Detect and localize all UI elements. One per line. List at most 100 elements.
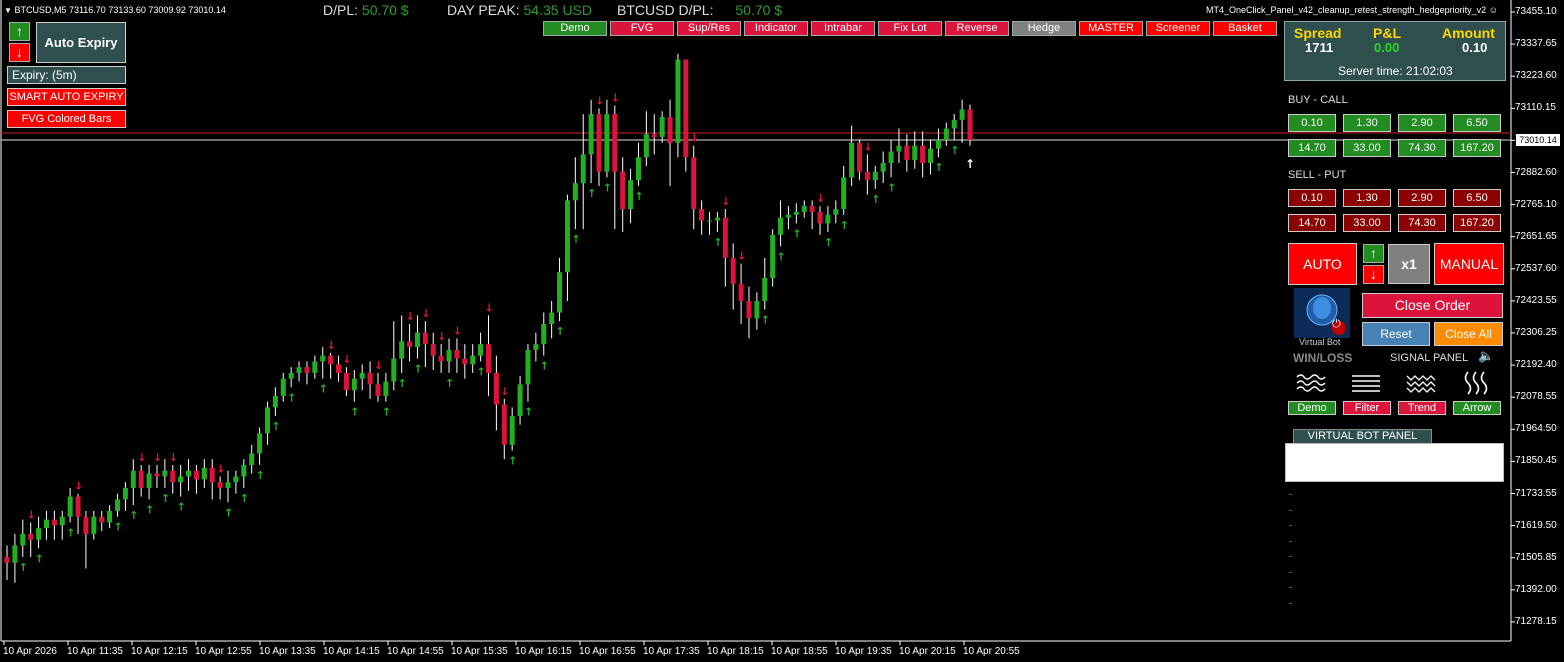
buy-signal-arrow: ↑ bbox=[887, 181, 896, 194]
filter-toggle-filter[interactable]: Filter bbox=[1343, 401, 1391, 415]
candle-body bbox=[880, 162, 886, 172]
toolbar-button-intrabar[interactable]: Intrabar bbox=[811, 21, 875, 36]
candle-body bbox=[778, 217, 784, 235]
toolbar-button-basket[interactable]: Basket bbox=[1213, 21, 1277, 36]
multiplier-down-button[interactable]: ↓ bbox=[1363, 265, 1384, 284]
candle-body bbox=[762, 278, 768, 302]
sell-signal-arrow: ↓ bbox=[406, 310, 415, 323]
sell-amount-button[interactable]: 2.90 bbox=[1398, 189, 1446, 207]
sell-amount-button[interactable]: 74.30 bbox=[1398, 214, 1446, 232]
candle-body bbox=[683, 59, 689, 158]
symbol-ohlc: BTCUSD,M5 73116.70 73133.60 73009.92 730… bbox=[14, 5, 226, 15]
candle-body bbox=[628, 180, 634, 210]
close-order-button[interactable]: Close Order bbox=[1362, 293, 1503, 318]
sell-amount-button[interactable]: 1.30 bbox=[1343, 189, 1391, 207]
candle-body bbox=[928, 148, 934, 163]
candle-body bbox=[186, 470, 192, 477]
candle-body bbox=[841, 177, 847, 210]
dpl-label: D/PL: bbox=[323, 2, 359, 18]
speaker-icon[interactable]: 🔈 bbox=[1478, 348, 1494, 364]
signal-panel-label: SIGNAL PANEL bbox=[1390, 352, 1469, 364]
buy-amount-button[interactable]: 1.30 bbox=[1343, 114, 1391, 132]
candle-body bbox=[746, 301, 752, 319]
price-tick-label: 71505.85 bbox=[1515, 551, 1557, 563]
candle-body bbox=[99, 516, 105, 523]
buy-amount-button[interactable]: 167.20 bbox=[1453, 139, 1501, 157]
price-tick-label: 73223.60 bbox=[1515, 70, 1557, 82]
smart-auto-expiry-button[interactable]: SMART AUTO EXPIRY bbox=[7, 88, 126, 106]
time-tick-label: 10 Apr 18:55 bbox=[771, 646, 828, 657]
candle-body bbox=[588, 114, 594, 155]
price-tick-label: 73110.15 bbox=[1515, 102, 1556, 114]
sell-signal-arrow: ↓ bbox=[153, 451, 162, 464]
candle-body bbox=[825, 214, 831, 224]
reset-button[interactable]: Reset bbox=[1362, 322, 1430, 346]
candle-body bbox=[549, 312, 555, 325]
auto-expiry-button[interactable]: Auto Expiry bbox=[36, 22, 126, 63]
time-tick-label: 10 Apr 13:35 bbox=[259, 646, 316, 657]
buy-amount-button[interactable]: 33.00 bbox=[1343, 139, 1391, 157]
sell-amount-button[interactable]: 33.00 bbox=[1343, 214, 1391, 232]
candle-body bbox=[399, 341, 405, 359]
candle-body bbox=[699, 209, 705, 221]
buy-signal-arrow: ↑ bbox=[350, 406, 359, 419]
candle-body bbox=[959, 109, 965, 120]
down-arrow-button[interactable]: ↓ bbox=[9, 43, 30, 62]
toolbar-button-indicator[interactable]: Indicator bbox=[744, 21, 808, 36]
multiplier-up-button[interactable]: ↑ bbox=[1363, 244, 1384, 263]
candle-body bbox=[43, 519, 49, 529]
time-tick-label: 10 Apr 2026 bbox=[3, 646, 57, 657]
sell-amount-button[interactable]: 0.10 bbox=[1288, 189, 1336, 207]
virtual-bot-button[interactable]: ⏻ Virtual Bot bbox=[1290, 288, 1352, 348]
buy-amount-button[interactable]: 2.90 bbox=[1398, 114, 1446, 132]
symbol-dpl-label: BTCUSD D/PL: bbox=[617, 2, 714, 18]
toolbar-button-fix-lot[interactable]: Fix Lot bbox=[878, 21, 942, 36]
log-entry: - bbox=[1289, 520, 1292, 530]
auto-button[interactable]: AUTO bbox=[1288, 243, 1357, 285]
toolbar-button-master[interactable]: MASTER bbox=[1079, 21, 1143, 36]
price-tick-label: 71850.45 bbox=[1515, 455, 1557, 467]
multiplier-value: x1 bbox=[1388, 244, 1430, 284]
candle-body bbox=[296, 367, 302, 373]
candle-body bbox=[920, 145, 926, 163]
sell-amount-button[interactable]: 6.50 bbox=[1453, 189, 1501, 207]
candle-body bbox=[525, 349, 531, 385]
fvg-colored-bars-button[interactable]: FVG Colored Bars bbox=[7, 110, 126, 128]
close-all-button[interactable]: Close All bbox=[1434, 322, 1503, 346]
toolbar-button-hedge[interactable]: Hedge bbox=[1012, 21, 1076, 36]
chart-menu-icon[interactable]: ▼ bbox=[4, 6, 12, 15]
manual-button[interactable]: MANUAL bbox=[1434, 243, 1504, 285]
candle-body bbox=[75, 496, 81, 517]
candle-body bbox=[675, 59, 681, 143]
toolbar-button-demo[interactable]: Demo bbox=[543, 21, 607, 36]
buy-signal-arrow: ↑ bbox=[761, 314, 770, 327]
expiry-selector[interactable]: Expiry: (5m) bbox=[7, 66, 126, 84]
toolbar-button-screener[interactable]: Screener bbox=[1146, 21, 1210, 36]
wave-pattern-icon bbox=[1294, 370, 1328, 396]
buy-amount-button[interactable]: 0.10 bbox=[1288, 114, 1336, 132]
log-entry: - bbox=[1289, 597, 1292, 608]
candle-body bbox=[462, 358, 468, 365]
up-arrow-button[interactable]: ↑ bbox=[9, 22, 30, 41]
buy-signal-arrow: ↑ bbox=[524, 406, 533, 419]
candle-body bbox=[391, 358, 397, 382]
buy-amount-button[interactable]: 6.50 bbox=[1453, 114, 1501, 132]
buy-amount-button[interactable]: 14.70 bbox=[1288, 139, 1336, 157]
buy-signal-arrow: ↑ bbox=[319, 383, 328, 396]
sell-amount-button[interactable]: 167.20 bbox=[1453, 214, 1501, 232]
filter-toggle-trend[interactable]: Trend bbox=[1398, 401, 1446, 415]
virtual-bot-panel-tab[interactable]: VIRTUAL BOT PANEL bbox=[1293, 429, 1432, 444]
buy-amount-button[interactable]: 74.30 bbox=[1398, 139, 1446, 157]
price-tick-label: 71964.50 bbox=[1515, 423, 1557, 435]
candle-body bbox=[12, 545, 18, 563]
toolbar-button-fvg[interactable]: FVG bbox=[610, 21, 674, 36]
candle-body bbox=[351, 378, 357, 391]
filter-toggle-demo[interactable]: Demo bbox=[1288, 401, 1336, 415]
toolbar-button-sup-res[interactable]: Sup/Res bbox=[677, 21, 741, 36]
candle-body bbox=[533, 344, 539, 350]
candle-body bbox=[596, 114, 602, 172]
filter-toggle-arrow[interactable]: Arrow bbox=[1453, 401, 1501, 415]
candle-body bbox=[359, 372, 365, 379]
toolbar-button-reverse[interactable]: Reverse bbox=[945, 21, 1009, 36]
sell-amount-button[interactable]: 14.70 bbox=[1288, 214, 1336, 232]
